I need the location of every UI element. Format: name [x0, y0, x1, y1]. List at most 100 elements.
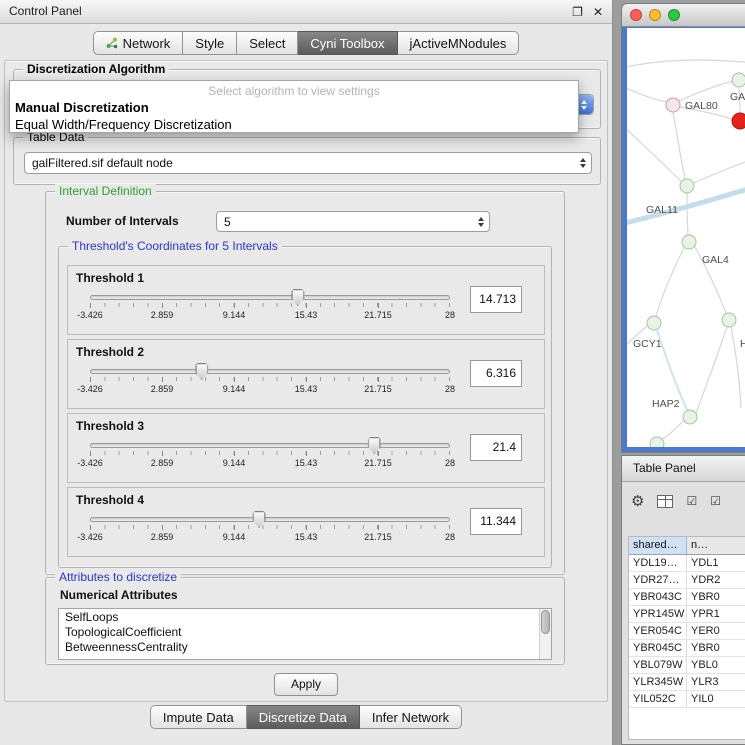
table-panel-titlebar[interactable]: Table Panel: [622, 456, 745, 482]
slider-track[interactable]: [90, 295, 450, 300]
table-cell[interactable]: YPR145W: [629, 606, 687, 622]
tab-network[interactable]: Network: [93, 31, 184, 55]
tab-infer-network[interactable]: Infer Network: [360, 705, 462, 729]
network-node[interactable]: [680, 179, 694, 193]
table-cell[interactable]: YBR0: [687, 589, 745, 605]
network-canvas[interactable]: GAL80GAGAL11GAL4GCY1HHAP2: [627, 28, 745, 447]
scrollbar-thumb[interactable]: [541, 610, 550, 634]
threshold-slider[interactable]: -3.4262.8599.14415.4321.71528: [90, 365, 450, 399]
tab-select[interactable]: Select: [237, 31, 298, 55]
network-node[interactable]: [647, 316, 661, 330]
table-cell[interactable]: YER054C: [629, 623, 687, 639]
table-cell[interactable]: YER0: [687, 623, 745, 639]
table-cell[interactable]: YBL0: [687, 657, 745, 673]
close-button[interactable]: [630, 9, 642, 21]
network-edge[interactable]: [627, 124, 681, 181]
network-edge[interactable]: [694, 150, 745, 183]
network-edge[interactable]: [661, 421, 683, 440]
list-scrollbar[interactable]: [539, 609, 551, 659]
table-row[interactable]: YDR27…YDR2: [629, 572, 745, 589]
table-row[interactable]: YLR345WYLR3: [629, 674, 745, 691]
apply-button[interactable]: Apply: [274, 673, 338, 696]
table-cell[interactable]: YLR345W: [629, 674, 687, 690]
table-cell[interactable]: YBR045C: [629, 640, 687, 656]
threshold-value-field[interactable]: 11.344: [470, 508, 522, 535]
network-node[interactable]: [650, 437, 664, 447]
slider-scale-label: 2.859: [151, 310, 174, 320]
threshold-slider[interactable]: -3.4262.8599.14415.4321.71528: [90, 513, 450, 547]
threshold-value-field[interactable]: 21.4: [470, 434, 522, 461]
column-header-shared-name[interactable]: shared…: [629, 537, 687, 555]
gear-icon[interactable]: ⚙: [631, 494, 644, 509]
dropdown-option-equal-width[interactable]: Equal Width/Frequency Discretization: [10, 116, 578, 133]
table-data-combobox[interactable]: galFiltered.sif default node: [24, 152, 592, 174]
select-rows-icon[interactable]: ☑: [710, 495, 721, 507]
slider-scale-label: 28: [445, 310, 455, 320]
table-row[interactable]: YIL052CYIL0: [629, 691, 745, 708]
slider-track[interactable]: [90, 369, 450, 374]
float-window-icon[interactable]: ❐: [572, 1, 583, 24]
dropdown-hint-option[interactable]: Select algorithm to view settings: [10, 81, 578, 99]
table-row[interactable]: YBR045CYBR0: [629, 640, 745, 657]
dropdown-option-manual-discretization[interactable]: Manual Discretization: [10, 99, 578, 116]
table-cell[interactable]: YDR27…: [629, 572, 687, 588]
column-header-name[interactable]: n…: [687, 537, 745, 555]
control-panel-titlebar[interactable]: Control Panel ❐ ✕: [0, 0, 612, 24]
table-cell[interactable]: YDL19…: [629, 555, 687, 571]
attribute-list-item[interactable]: TopologicalCoefficient: [59, 625, 538, 640]
network-edge[interactable]: [679, 81, 733, 101]
table-cell[interactable]: YBR043C: [629, 589, 687, 605]
table-cell[interactable]: YBR0: [687, 640, 745, 656]
threshold-slider[interactable]: -3.4262.8599.14415.4321.71528: [90, 439, 450, 473]
slider-track[interactable]: [90, 517, 450, 522]
combo-arrows-icon[interactable]: [473, 212, 489, 231]
table-row[interactable]: YER054CYER0: [629, 623, 745, 640]
network-node[interactable]: [682, 235, 696, 249]
network-edge[interactable]: [627, 86, 667, 102]
network-edge[interactable]: [687, 193, 688, 235]
table-cell[interactable]: YBL079W: [629, 657, 687, 673]
tab-style[interactable]: Style: [183, 31, 237, 55]
threshold-value-field[interactable]: 14.713: [470, 286, 522, 313]
table-row[interactable]: YBL079WYBL0: [629, 657, 745, 674]
network-node[interactable]: [683, 410, 697, 424]
table-cell[interactable]: YLR3: [687, 674, 745, 690]
threshold-label: Threshold 3: [76, 419, 144, 433]
network-edge[interactable]: [627, 60, 745, 68]
threshold-slider[interactable]: -3.4262.8599.14415.4321.71528: [90, 291, 450, 325]
network-node[interactable]: [666, 98, 680, 112]
table-cell[interactable]: YDR2: [687, 572, 745, 588]
threshold-value-field[interactable]: 6.316: [470, 360, 522, 387]
tab-discretize-data[interactable]: Discretize Data: [247, 705, 360, 729]
table-cell[interactable]: YIL0: [687, 691, 745, 707]
columns-icon[interactable]: [657, 495, 673, 508]
table-row[interactable]: YBR043CYBR0: [629, 589, 745, 606]
attribute-list-item[interactable]: BetweennessCentrality: [59, 640, 538, 655]
network-edge[interactable]: [673, 112, 685, 179]
network-node[interactable]: [732, 73, 745, 87]
network-window-titlebar[interactable]: [622, 4, 745, 27]
network-edge[interactable]: [656, 248, 684, 316]
zoom-button[interactable]: [668, 9, 680, 21]
table-row[interactable]: YDL19…YDL1: [629, 555, 745, 572]
numeric-attributes-list[interactable]: SelfLoopsTopologicalCoefficientBetweenne…: [58, 608, 552, 660]
attribute-list-item[interactable]: SelfLoops: [59, 610, 538, 625]
interval-definition-group: Interval Definition Number of Intervals …: [45, 191, 565, 575]
tab-cyni-toolbox[interactable]: Cyni Toolbox: [298, 31, 397, 55]
network-edge[interactable]: [696, 327, 727, 413]
tab-impute-data[interactable]: Impute Data: [150, 705, 247, 729]
combo-arrows-icon[interactable]: [575, 153, 591, 173]
minimize-button[interactable]: [649, 9, 661, 21]
tab-jactivemnodules[interactable]: jActiveMNodules: [398, 31, 520, 55]
table-cell[interactable]: YPR1: [687, 606, 745, 622]
network-node[interactable]: [732, 113, 745, 129]
table-cell[interactable]: YDL1: [687, 555, 745, 571]
number-of-intervals-combobox[interactable]: 5: [216, 211, 490, 232]
network-node[interactable]: [722, 313, 736, 327]
group-title: Threshold's Coordinates for 5 Intervals: [68, 239, 282, 253]
slider-track[interactable]: [90, 443, 450, 448]
table-cell[interactable]: YIL052C: [629, 691, 687, 707]
select-all-icon[interactable]: ☑: [686, 495, 697, 507]
close-window-icon[interactable]: ✕: [593, 1, 603, 24]
table-row[interactable]: YPR145WYPR1: [629, 606, 745, 623]
